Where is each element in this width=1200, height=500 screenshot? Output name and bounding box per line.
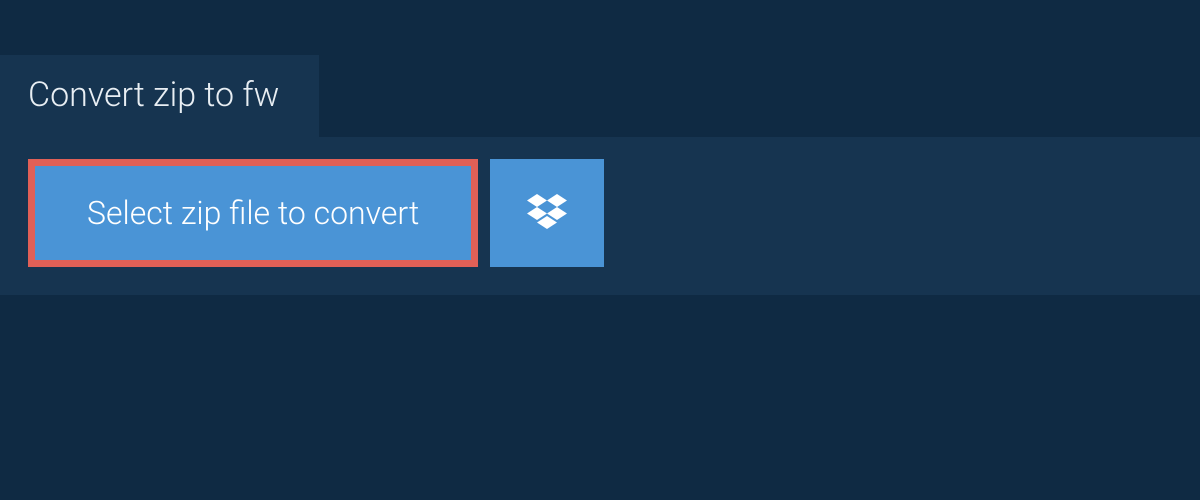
select-file-label: Select zip file to convert xyxy=(87,194,419,232)
upload-panel: Select zip file to convert xyxy=(0,137,1200,295)
select-button-highlight: Select zip file to convert xyxy=(28,159,478,267)
tab-convert[interactable]: Convert zip to fw xyxy=(0,55,319,137)
tab-title: Convert zip to fw xyxy=(28,75,279,115)
dropbox-icon xyxy=(527,194,567,233)
select-file-button[interactable]: Select zip file to convert xyxy=(35,166,471,260)
dropbox-button[interactable] xyxy=(490,159,604,267)
